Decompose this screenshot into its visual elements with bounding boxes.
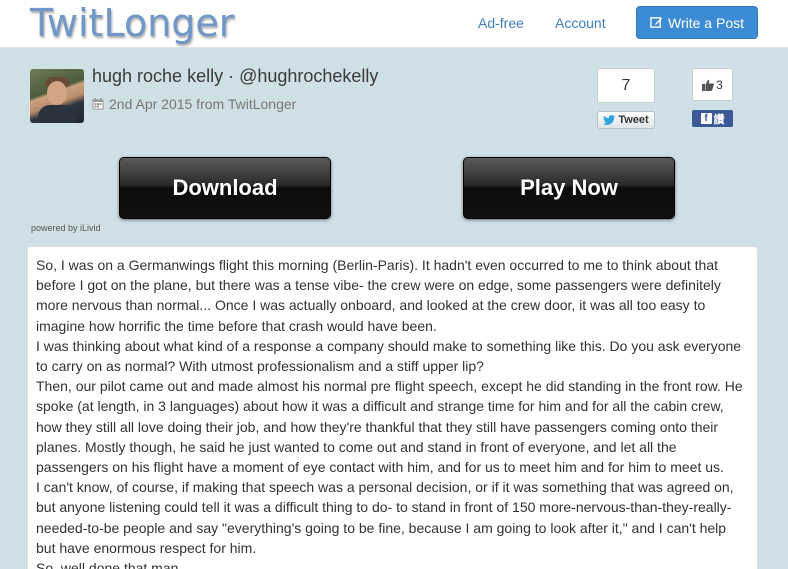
nav-link-account[interactable]: Account bbox=[555, 15, 606, 31]
edit-icon bbox=[650, 17, 663, 28]
facebook-like-button[interactable]: f 讚 bbox=[692, 110, 733, 127]
avatar-face bbox=[47, 81, 67, 105]
calendar-icon bbox=[92, 98, 104, 110]
post-body: So, I was on a Germanwings flight this m… bbox=[27, 246, 758, 569]
post-paragraph: I can't know, of course, if making that … bbox=[36, 479, 734, 556]
post-date: 2nd Apr 2015 from TwitLonger bbox=[109, 96, 297, 112]
powered-by-label: powered by iLivid bbox=[31, 223, 101, 233]
facebook-like-label: 讚 bbox=[713, 113, 725, 126]
post-paragraph: Then, our pilot came out and made almost… bbox=[36, 378, 743, 476]
write-post-button[interactable]: Write a Post bbox=[636, 6, 758, 39]
avatar-shirt bbox=[38, 105, 76, 123]
facebook-icon: f bbox=[700, 113, 712, 124]
post-paragraph: So, well done that man. bbox=[36, 560, 183, 569]
nav-link-adfree[interactable]: Ad-free bbox=[478, 15, 524, 31]
write-post-label: Write a Post bbox=[668, 14, 744, 31]
post-meta: 2nd Apr 2015 from TwitLonger bbox=[92, 96, 296, 112]
top-navbar: TwitLonger Ad-free Account Write a Post bbox=[0, 0, 788, 48]
play-now-ad-button[interactable]: Play Now bbox=[463, 157, 675, 219]
post-paragraph: So, I was on a Germanwings flight this m… bbox=[36, 257, 721, 334]
author-name[interactable]: hugh roche kelly · @hughrochekelly bbox=[92, 66, 378, 87]
thumbs-up-icon bbox=[702, 79, 714, 91]
site-logo[interactable]: TwitLonger bbox=[30, 0, 234, 46]
tweet-button[interactable]: Tweet bbox=[597, 111, 655, 129]
like-count-box: 3 bbox=[692, 68, 733, 101]
post-paragraph: I was thinking about what kind of a resp… bbox=[36, 337, 742, 375]
download-ad-button[interactable]: Download bbox=[119, 157, 331, 219]
author-avatar[interactable] bbox=[30, 69, 84, 123]
tweet-count: 7 bbox=[597, 68, 655, 103]
like-count: 3 bbox=[716, 77, 723, 92]
twitter-bird-icon bbox=[603, 115, 616, 125]
tweet-label: Tweet bbox=[618, 114, 649, 126]
